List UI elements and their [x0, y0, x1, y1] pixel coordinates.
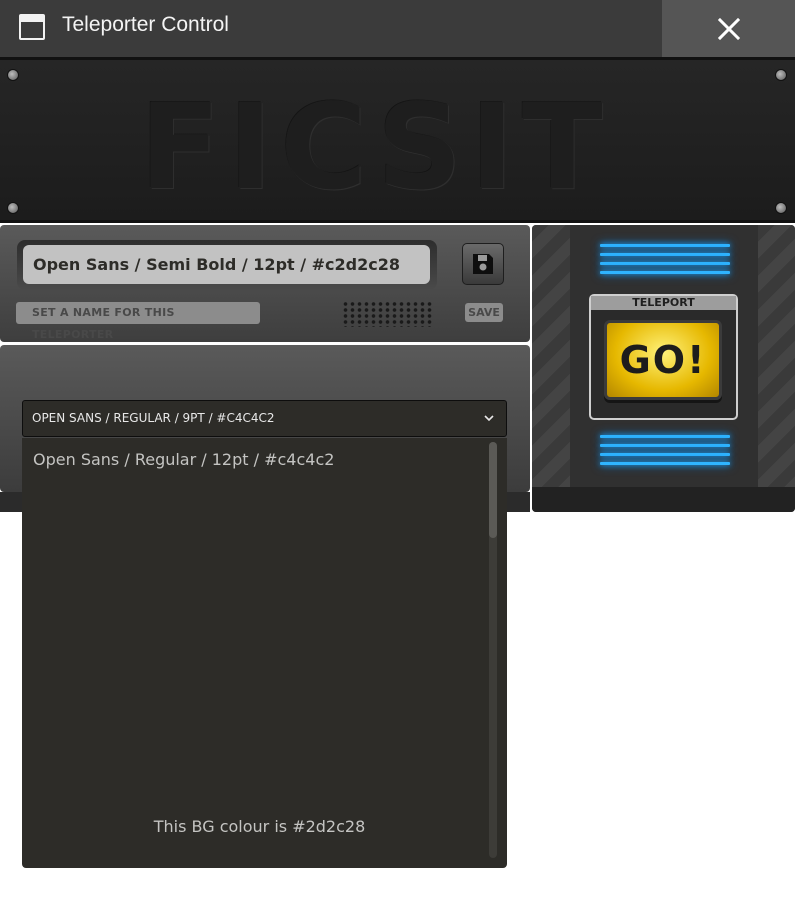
- teleport-floor: [532, 487, 795, 512]
- save-button[interactable]: [462, 243, 504, 285]
- bg-colour-note: This BG colour is #2d2c28: [153, 817, 366, 836]
- window-icon: [19, 14, 45, 40]
- save-label: SAVE: [465, 303, 503, 322]
- glow-lines-top: [600, 244, 730, 280]
- close-button[interactable]: [662, 0, 795, 57]
- screw-icon: [775, 202, 787, 214]
- name-panel: SET A NAME FOR THIS TELEPORTER SAVE: [0, 225, 530, 342]
- dropdown-option[interactable]: Open Sans / Regular / 12pt / #c4c4c2: [33, 450, 334, 469]
- dropdown-list: Open Sans / Regular / 12pt / #c4c4c2 Thi…: [22, 438, 507, 868]
- speaker-grille: [342, 301, 432, 327]
- screw-icon: [7, 202, 19, 214]
- go-button-label: GO!: [619, 338, 707, 382]
- font-dropdown[interactable]: OPEN SANS / REGULAR / 9PT / #C4C4C2: [22, 400, 507, 437]
- teleport-box: TELEPORT GO!: [589, 294, 738, 420]
- close-icon: [717, 17, 740, 40]
- window-title: Teleporter Control: [62, 13, 229, 36]
- screw-icon: [775, 69, 787, 81]
- title-bar: Teleporter Control: [0, 0, 795, 57]
- teleport-label: TELEPORT: [591, 296, 736, 310]
- scrollbar-thumb[interactable]: [489, 442, 497, 538]
- hazard-stripes: [758, 225, 795, 487]
- teleporter-name-input[interactable]: [23, 245, 430, 284]
- go-button[interactable]: GO!: [604, 320, 722, 400]
- floppy-disk-icon: [473, 254, 493, 274]
- teleport-panel: TELEPORT GO!: [532, 225, 795, 512]
- name-input-frame: [17, 240, 437, 290]
- screw-icon: [7, 69, 19, 81]
- dropdown-selected-value: OPEN SANS / REGULAR / 9PT / #C4C4C2: [32, 411, 275, 425]
- glow-lines-bottom: [600, 435, 730, 471]
- name-field-label: SET A NAME FOR THIS TELEPORTER: [16, 302, 260, 341]
- hazard-stripes: [532, 225, 570, 487]
- ficsit-logo: FICSIT: [140, 78, 611, 216]
- logo-header: FICSIT: [0, 57, 795, 223]
